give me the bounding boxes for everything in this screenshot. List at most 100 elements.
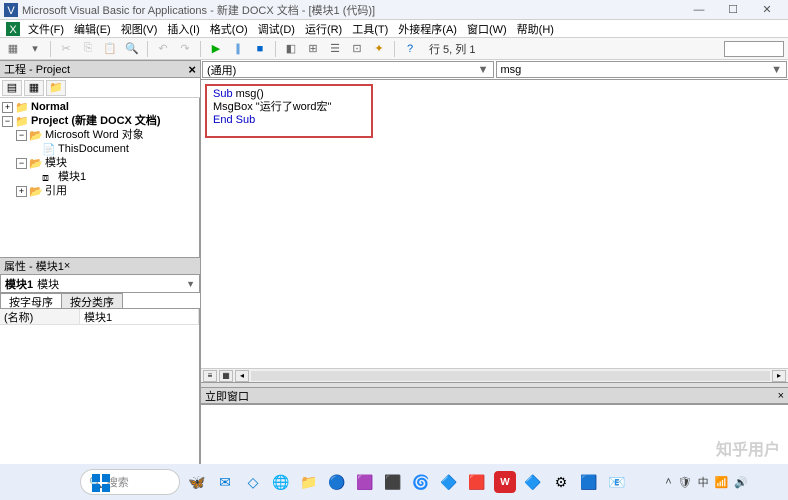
taskbar-app-mail[interactable]: ✉ [214, 471, 236, 493]
design-mode-icon[interactable]: ◧ [282, 40, 300, 58]
close-button[interactable]: ✕ [750, 1, 784, 19]
view-code-icon[interactable]: ▤ [2, 80, 22, 96]
excel-icon[interactable]: X [6, 22, 20, 36]
procedure-dropdown[interactable]: msg▼ [496, 61, 788, 78]
pause-icon[interactable]: ∥ [229, 40, 247, 58]
object-browser-icon[interactable]: ⊡ [348, 40, 366, 58]
taskbar-app-explorer[interactable]: 📁 [298, 471, 320, 493]
view-full-module-icon[interactable]: ▦ [219, 370, 233, 382]
toolbar-combo[interactable] [724, 41, 784, 57]
tab-alphabetic[interactable]: 按字母序 [0, 293, 62, 308]
property-row[interactable]: (名称) 模块1 [0, 309, 199, 325]
taskbar-app-edge[interactable]: 🌀 [410, 471, 432, 493]
maximize-button[interactable]: ☐ [716, 1, 750, 19]
taskbar-app-chrome[interactable]: 🔵 [326, 471, 348, 493]
taskbar-app-wps[interactable]: W [494, 471, 516, 493]
taskbar-app-6[interactable]: 🔷 [522, 471, 544, 493]
chevron-down-icon: ▼ [478, 64, 489, 76]
stop-icon[interactable]: ■ [251, 40, 269, 58]
property-name: (名称) [0, 309, 80, 324]
system-tray[interactable]: ˄ 🛡 中 📶 🔊 [665, 474, 748, 490]
menu-debug[interactable]: 调试(D) [254, 21, 299, 37]
cut-icon[interactable]: ✂ [57, 40, 75, 58]
undo-icon[interactable]: ↶ [154, 40, 172, 58]
tray-security-icon[interactable]: 🛡 [678, 476, 692, 489]
toolbox-icon[interactable]: ✦ [370, 40, 388, 58]
taskbar-app-terminal[interactable]: ⬛ [382, 471, 404, 493]
tree-node-project[interactable]: −📁Project (新建 DOCX 文档) [2, 114, 197, 128]
menu-insert[interactable]: 插入(I) [163, 21, 203, 37]
tray-volume-icon[interactable]: 🔊 [734, 476, 748, 489]
taskbar-app-outlook[interactable]: 📧 [606, 471, 628, 493]
tree-node-normal[interactable]: +📁Normal [2, 100, 197, 114]
project-toolbar: ▤ ▦ 📁 [0, 78, 200, 98]
menu-view[interactable]: 视图(V) [117, 21, 162, 37]
menu-bar: X 文件(F) 编辑(E) 视图(V) 插入(I) 格式(O) 调试(D) 运行… [0, 20, 788, 38]
immediate-pane-title: 立即窗口 [205, 388, 778, 404]
project-pane-close-icon[interactable]: × [188, 62, 196, 77]
menu-addins[interactable]: 外接程序(A) [394, 21, 461, 37]
immediate-window[interactable] [201, 404, 788, 464]
scroll-left-icon[interactable]: ◂ [235, 370, 249, 382]
taskbar-app-3[interactable]: 🟪 [354, 471, 376, 493]
menu-edit[interactable]: 编辑(E) [70, 21, 115, 37]
tray-ime-icon[interactable]: 中 [698, 474, 709, 490]
tree-node-references[interactable]: +📂引用 [2, 184, 197, 198]
properties-pane-close-icon[interactable]: × [64, 260, 70, 272]
taskbar-app-8[interactable]: 🟦 [578, 471, 600, 493]
tree-node-modules[interactable]: −📂模块 [2, 156, 197, 170]
tree-node-module1[interactable]: ⧈模块1 [2, 170, 197, 184]
object-dropdown[interactable]: (通用)▼ [202, 61, 494, 78]
taskbar-app-5[interactable]: 🟥 [466, 471, 488, 493]
menu-help[interactable]: 帮助(H) [513, 21, 558, 37]
tray-wifi-icon[interactable]: 📶 [715, 476, 729, 489]
taskbar-app-2[interactable]: 🌐 [270, 471, 292, 493]
tab-categorized[interactable]: 按分类序 [61, 293, 123, 308]
project-explorer-icon[interactable]: ⊞ [304, 40, 322, 58]
project-tree[interactable]: +📁Normal −📁Project (新建 DOCX 文档) −📂Micros… [0, 98, 200, 257]
code-scrollbar[interactable]: ≡ ▦ ◂ ▸ [201, 368, 788, 382]
tree-node-thisdocument[interactable]: 📄ThisDocument [2, 142, 197, 156]
menu-format[interactable]: 格式(O) [206, 21, 252, 37]
code-panel: (通用)▼ msg▼ Sub msg() MsgBox "运行了word宏" E… [200, 60, 788, 464]
immediate-pane-close-icon[interactable]: × [778, 390, 784, 402]
find-icon[interactable]: 🔍 [123, 40, 141, 58]
properties-object-selector[interactable]: 模块1模块▼ [0, 275, 200, 293]
view-object-icon[interactable]: ▦ [24, 80, 44, 96]
separator [394, 41, 395, 57]
view-code-icon[interactable]: ▦ [4, 40, 22, 58]
redo-icon[interactable]: ↷ [176, 40, 194, 58]
minimize-button[interactable]: — [682, 1, 716, 19]
run-icon[interactable]: ▶ [207, 40, 225, 58]
separator [147, 41, 148, 57]
taskbar[interactable]: 🔍 搜索 🦋 ✉ ◇ 🌐 📁 🔵 🟪 ⬛ 🌀 🔷 🟥 W 🔷 ⚙ 🟦 📧 ˄ 🛡… [0, 464, 788, 500]
tree-node-word-objects[interactable]: −📂Microsoft Word 对象 [2, 128, 197, 142]
vba-app-icon: V [4, 3, 18, 17]
taskbar-app-7[interactable]: ⚙ [550, 471, 572, 493]
scroll-right-icon[interactable]: ▸ [772, 370, 786, 382]
menu-window[interactable]: 窗口(W) [463, 21, 511, 37]
copy-icon[interactable]: ⎘ [79, 40, 97, 58]
left-panel: 工程 - Project × ▤ ▦ 📁 +📁Normal −📁Project … [0, 60, 200, 464]
separator [275, 41, 276, 57]
help-icon[interactable]: ? [401, 40, 419, 58]
code-editor[interactable]: Sub msg() MsgBox "运行了word宏" End Sub [201, 80, 788, 368]
taskbar-app-1[interactable]: 🦋 [186, 471, 208, 493]
dropdown-icon[interactable]: ▾ [26, 40, 44, 58]
start-button[interactable] [90, 472, 112, 494]
window-title: Microsoft Visual Basic for Applications … [22, 2, 682, 18]
menu-file[interactable]: 文件(F) [24, 21, 68, 37]
menu-run[interactable]: 运行(R) [301, 21, 346, 37]
taskbar-app-4[interactable]: 🔷 [438, 471, 460, 493]
property-value[interactable]: 模块1 [80, 309, 199, 324]
properties-grid[interactable]: (名称) 模块1 [0, 309, 200, 464]
view-procedure-icon[interactable]: ≡ [203, 370, 217, 382]
code-header: (通用)▼ msg▼ [201, 60, 788, 80]
menu-tools[interactable]: 工具(T) [348, 21, 392, 37]
code-highlight-box: Sub msg() MsgBox "运行了word宏" End Sub [205, 84, 373, 138]
properties-icon[interactable]: ☰ [326, 40, 344, 58]
paste-icon[interactable]: 📋 [101, 40, 119, 58]
taskbar-app-vscode[interactable]: ◇ [242, 471, 264, 493]
toggle-folders-icon[interactable]: 📁 [46, 80, 66, 96]
tray-chevron-icon[interactable]: ˄ [665, 476, 671, 488]
